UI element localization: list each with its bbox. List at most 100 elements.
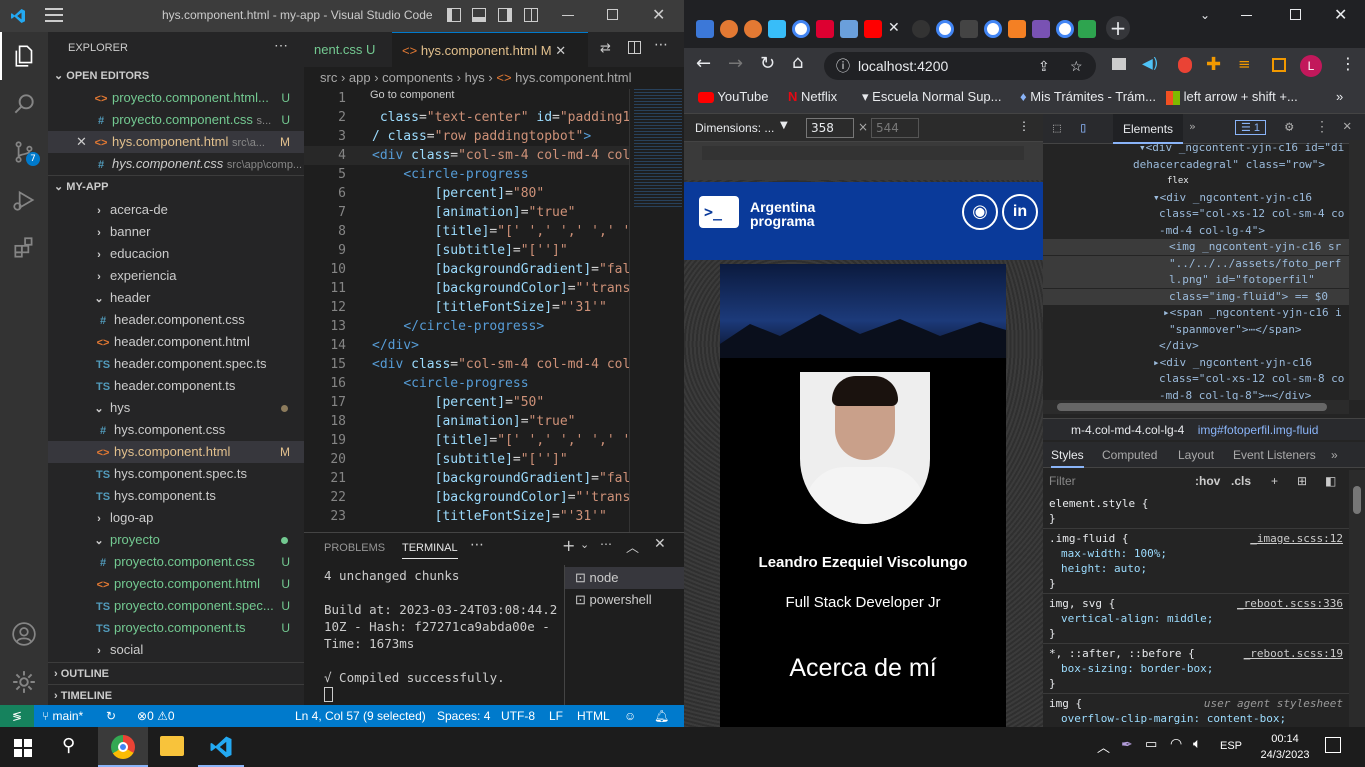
rule-property[interactable]: height: auto; [1049,561,1343,576]
breadcrumb-item[interactable]: hys.component.html [515,70,631,85]
styles-scrollbar[interactable] [1349,470,1365,727]
code-line[interactable]: 22 [backgroundColor]="'trans [304,488,629,507]
code-line[interactable]: 4 <div class="col-sm-4 col-md-4 col [304,146,629,165]
customize-layout-icon[interactable] [524,8,538,22]
address-bar[interactable]: ⓘ localhost:4200 ⇪ ☆ [824,52,1096,80]
project-section[interactable]: ⌄ MY-APP [48,175,304,197]
maximize-icon[interactable] [607,9,618,20]
dom-node-line[interactable]: -md-4 col-lg-4"> [1043,223,1349,239]
tree-file[interactable]: TS hys.component.spec.ts [48,463,304,485]
dom-node-line[interactable]: ▸<div _ngcontent-yjn-c16 [1043,355,1349,371]
panel-more-icon[interactable]: ⋯ [470,537,484,553]
new-terminal-icon[interactable]: + [562,536,575,555]
style-rules[interactable]: element.style {} .img-fluid {_image.scss:… [1043,494,1349,727]
tree-folder[interactable]: ⌄ proyecto [48,529,304,551]
tree-file[interactable]: # header.component.css [48,309,304,331]
tab-styles[interactable]: Styles [1051,442,1084,468]
open-editor-item[interactable]: # proyecto.component.css s... U [48,109,304,131]
inspect-icon[interactable]: ⬚ [1053,121,1061,136]
account-icon[interactable] [0,610,48,658]
open-editor-item[interactable]: ✕ <> hys.component.html src\a... M [48,131,304,153]
tree-file[interactable]: TS proyecto.component.ts U [48,617,304,639]
dom-node-line[interactable]: -md-8 col-lg-8">⋯</div> [1043,388,1349,401]
crumb[interactable]: img#fotoperfil.img-fluid [1188,423,1319,437]
tab-favicon[interactable] [768,20,786,38]
google-icon[interactable] [936,20,954,38]
github-icon[interactable] [912,20,930,38]
style-rule[interactable]: element.style {} [1043,494,1349,529]
toggle-sidebar-icon[interactable] [447,8,461,22]
open-editor-item[interactable]: <> proyecto.component.html... U [48,87,304,109]
tree-file[interactable]: # proyecto.component.css U [48,551,304,573]
device-more-icon[interactable]: ⋮ [1018,119,1030,133]
branch-status[interactable]: ⑂ main* [42,705,83,727]
code-line[interactable]: 9 [subtitle]="['']" [304,241,629,260]
google-icon[interactable] [984,20,1002,38]
tab-close-icon[interactable]: ✕ [555,43,566,58]
code-line[interactable]: 3 / class="row paddingtopbot"> [304,127,629,146]
hov-toggle[interactable]: :hov [1195,470,1220,492]
filter-input[interactable]: Filter [1049,470,1076,492]
tab-favicon[interactable] [744,20,762,38]
code-line[interactable]: 7 [animation]="true" [304,203,629,222]
height-input[interactable]: 544 [871,118,919,138]
tray-app-icon[interactable]: ✒ [1121,737,1133,753]
bookmarks-overflow-icon[interactable]: » [1336,84,1343,110]
tab-hys-html[interactable]: <> hys.component.html M ✕ [392,32,588,67]
rule-property[interactable]: max-width: 100%; [1049,546,1343,561]
settings-gear-icon[interactable]: ⚙ [1285,119,1293,135]
code-line[interactable]: 2 class="text-center" id="padding1" [304,108,629,127]
dom-scrollbar[interactable] [1349,140,1365,400]
dom-node-line[interactable]: ▾<div _ngcontent-yjn-c16 [1043,190,1349,206]
open-editor-item[interactable]: # hys.component.css src\app\comp... [48,153,304,175]
style-rule[interactable]: img {user agent stylesheet overflow-clip-… [1043,694,1349,727]
minimize-icon[interactable] [562,15,574,16]
menu-icon[interactable] [45,8,63,22]
tree-folder[interactable]: › logo-ap [48,507,304,529]
code-line[interactable]: 21 [backgroundGradient]="fal [304,469,629,488]
devtools-more-icon[interactable]: ⋮ [1315,119,1329,135]
tab-search-icon[interactable]: ⌄ [1200,8,1210,22]
file-explorer-icon[interactable] [160,736,184,756]
dom-node-line[interactable]: "../../../assets/foto_perf [1043,255,1349,272]
language-mode[interactable]: HTML [577,705,610,727]
code-line[interactable]: 17 [percent]="50" [304,393,629,412]
code-line[interactable]: 11 [backgroundColor]="'trans [304,279,629,298]
editor-more-icon[interactable]: ⋯ [654,37,668,53]
dom-horizontal-scrollbar[interactable] [1043,400,1349,414]
back-icon[interactable]: ← [696,53,711,74]
close-icon[interactable]: ✕ [1343,118,1351,134]
settings-gear-icon[interactable] [0,658,48,706]
reading-list-icon[interactable]: ≡ [1238,55,1251,73]
notifications-icon[interactable]: 🔔︎ [654,705,669,727]
site-info-icon[interactable]: ⓘ [836,52,850,80]
tab-favicon[interactable] [720,20,738,38]
indentation[interactable]: Spaces: 4 [437,705,490,727]
split-editor-icon[interactable] [628,41,641,54]
feedback-icon[interactable]: ☺ [624,705,636,727]
dom-node-line[interactable]: class="col-xs-12 col-sm-4 co [1043,206,1349,222]
explorer-more-icon[interactable]: ⋯ [274,37,288,54]
tree-file[interactable]: TS proyecto.component.spec... U [48,595,304,617]
github-icon[interactable]: ◉ [962,194,998,230]
new-tab-button[interactable]: + [1106,16,1130,40]
taskbar-vscode[interactable] [198,727,244,767]
dom-tree[interactable]: ▾<div _ngcontent-yjn-c16 id="di dehacerca… [1043,140,1349,400]
toggle-panel-icon[interactable] [472,8,486,22]
search-icon[interactable]: ⚲ [62,735,75,756]
battery-icon[interactable]: ▭ [1145,737,1157,752]
chevron-down-icon[interactable]: ⌄ [580,538,589,551]
dom-node-line[interactable]: ▸<span _ngcontent-yjn-c16 i [1043,305,1349,321]
remote-icon[interactable]: ≶ [0,705,34,727]
breadcrumb-item[interactable]: src [320,70,337,85]
search-icon[interactable] [0,80,48,128]
code-line[interactable]: 15 <div class="col-sm-4 col-md-4 col [304,355,629,374]
explorer-icon[interactable] [0,32,48,80]
tab-layout[interactable]: Layout [1178,442,1214,468]
eol[interactable]: LF [549,705,563,727]
tree-folder[interactable]: › banner [48,221,304,243]
issues-badge[interactable]: ☰ 1 [1235,120,1267,135]
tree-file[interactable]: <> proyecto.component.html U [48,573,304,595]
terminal-output[interactable]: 4 unchanged chunks Build at: 2023-03-24T0… [324,567,564,686]
extension-icon[interactable]: ◀) [1142,56,1158,72]
